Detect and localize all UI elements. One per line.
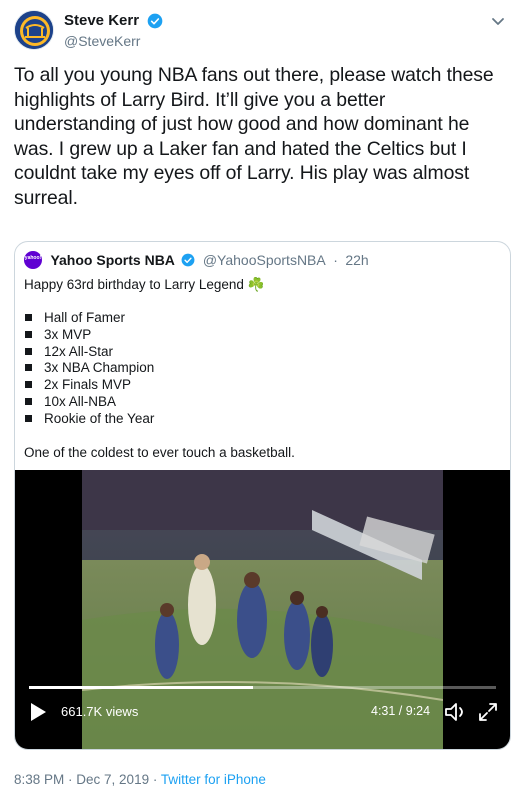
- verified-badge-icon: [181, 253, 195, 267]
- quoted-tweet[interactable]: yahoo! Yahoo Sports NBA @YahooSportsNBA …: [14, 241, 511, 750]
- list-item: 3x MVP: [24, 326, 499, 343]
- list-item: Hall of Famer: [24, 309, 499, 326]
- author-display-name[interactable]: Steve Kerr: [64, 12, 139, 29]
- list-item: 12x All-Star: [24, 343, 499, 360]
- list-item: 2x Finals MVP: [24, 376, 499, 393]
- quoted-display-name: Yahoo Sports NBA: [50, 252, 175, 268]
- video-player[interactable]: 661.7K views 4:31 / 9:24: [15, 470, 510, 749]
- list-item: Rookie of the Year: [24, 410, 499, 427]
- list-item-text: 12x All-Star: [44, 343, 114, 359]
- volume-muted-icon[interactable]: [443, 700, 469, 724]
- tweet-header: Steve Kerr @SteveKerr: [14, 10, 511, 54]
- tweet-source-link[interactable]: Twitter for iPhone: [161, 772, 266, 787]
- quoted-line1: Happy 63rd birthday to Larry Legend ☘️: [24, 277, 265, 292]
- video-progress-bar[interactable]: [29, 686, 496, 689]
- yahoo-logo-text: yahoo!: [24, 255, 42, 261]
- bullet-icon: [25, 314, 32, 321]
- author-handle[interactable]: @SteveKerr: [64, 33, 163, 49]
- list-item-text: 3x NBA Champion: [44, 360, 155, 376]
- warriors-logo-icon: [15, 11, 53, 49]
- fullscreen-icon[interactable]: [477, 701, 499, 723]
- list-item-text: 3x MVP: [44, 326, 92, 342]
- bullet-icon: [25, 330, 32, 338]
- list-item-text: 10x All-NBA: [44, 393, 117, 409]
- video-progress-fill: [29, 686, 254, 689]
- video-controls: 661.7K views 4:31 / 9:24: [15, 694, 510, 730]
- list-item-text: Rookie of the Year: [44, 410, 155, 426]
- bullet-icon: [25, 381, 32, 389]
- footer-separator: ·: [64, 772, 77, 787]
- accolades-list: Hall of Famer 3x MVP 12x All-Star 3x NBA…: [24, 309, 499, 427]
- quoted-avatar: yahoo!: [24, 251, 42, 269]
- tweet-text: To all you young NBA fans out there, ple…: [14, 64, 494, 209]
- quoted-closing: One of the coldest to ever touch a baske…: [24, 444, 295, 460]
- list-item-text: Hall of Famer: [44, 310, 126, 325]
- chevron-down-icon[interactable]: [487, 10, 509, 32]
- bullet-icon: [25, 364, 32, 372]
- quoted-time: 22h: [345, 252, 369, 268]
- tweet-footer: 8:38 PM · Dec 7, 2019 · Twitter for iPho…: [14, 772, 266, 787]
- footer-separator: ·: [149, 772, 161, 787]
- video-views: 661.7K views: [61, 704, 139, 719]
- bullet-icon: [25, 414, 32, 422]
- video-time: 4:31 / 9:24: [371, 704, 431, 718]
- play-icon[interactable]: [29, 702, 47, 722]
- list-item-text: 2x Finals MVP: [44, 377, 132, 393]
- quoted-separator: ·: [333, 252, 338, 268]
- list-item: 10x All-NBA: [24, 393, 499, 410]
- bullet-icon: [25, 397, 32, 405]
- bullet-icon: [25, 347, 32, 355]
- tweet-date[interactable]: Dec 7, 2019: [76, 772, 149, 787]
- quoted-handle: @YahooSportsNBA: [202, 252, 326, 268]
- author-names: Steve Kerr @SteveKerr: [64, 12, 163, 49]
- quoted-tweet-body: Happy 63rd birthday to Larry Legend ☘️ H…: [24, 276, 499, 461]
- tweet-time[interactable]: 8:38 PM: [14, 772, 64, 787]
- verified-badge-icon: [147, 13, 162, 29]
- list-item: 3x NBA Champion: [24, 359, 499, 376]
- quoted-tweet-header: yahoo! Yahoo Sports NBA @YahooSportsNBA …: [24, 251, 494, 271]
- avatar[interactable]: [14, 10, 54, 50]
